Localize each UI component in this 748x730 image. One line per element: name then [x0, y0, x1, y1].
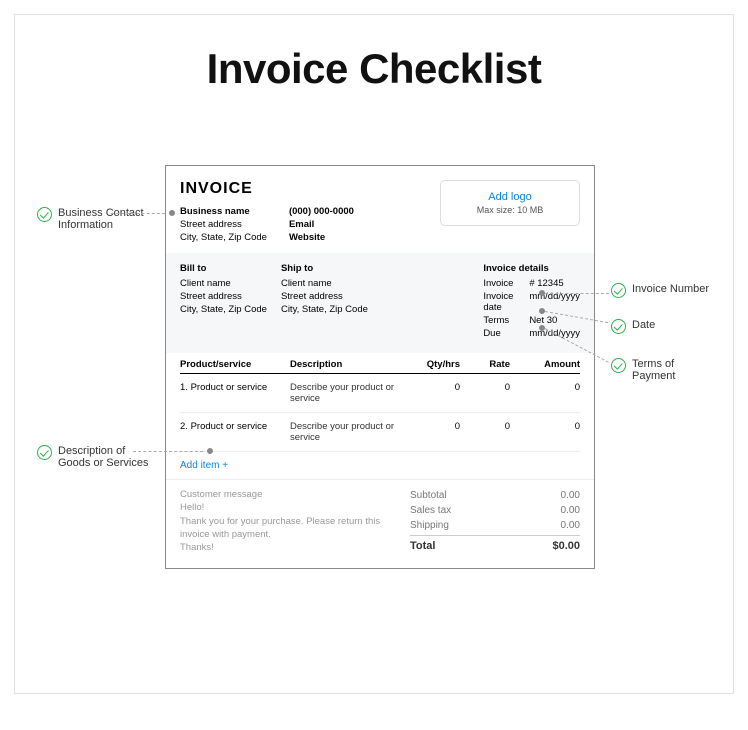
row-rate: 0	[460, 421, 510, 432]
business-website: Website	[289, 232, 354, 243]
row-num: 1.	[180, 382, 188, 393]
tax-k: Sales tax	[410, 505, 451, 516]
leader-line	[111, 213, 165, 214]
row-qty: 0	[410, 421, 460, 432]
total-k: Total	[410, 540, 435, 552]
row-desc: Describe your product or service	[290, 382, 410, 404]
shipto-street: Street address	[281, 291, 368, 302]
callout-number-label: Invoice Number	[632, 283, 709, 295]
msg-l3: Thanks!	[180, 541, 390, 554]
page-frame: Invoice Checklist INVOICE Business name …	[14, 14, 734, 694]
inv-terms-k: Terms	[483, 315, 523, 326]
shipto-citystate: City, State, Zip Code	[281, 304, 368, 315]
row-amt: 0	[510, 421, 580, 432]
business-email: Email	[289, 219, 354, 230]
business-name: Business name	[180, 206, 267, 217]
row-rate: 0	[460, 382, 510, 393]
inv-date-v: mm/dd/yyyy	[529, 291, 580, 313]
msg-l2: Thank you for your purchase. Please retu…	[180, 515, 390, 542]
add-logo-link[interactable]: Add logo	[488, 191, 531, 203]
row-name: Product or service	[191, 421, 268, 432]
inv-number-k: Invoice	[483, 278, 523, 289]
msg-hdr: Customer message	[180, 488, 390, 501]
check-icon	[37, 445, 52, 460]
add-item-link[interactable]: Add item +	[166, 452, 594, 480]
callout-goods-label: Description of Goods or Services	[58, 445, 152, 469]
leader-line	[133, 451, 203, 452]
shipto-name: Client name	[281, 278, 368, 289]
inv-due-k: Due	[483, 328, 523, 339]
col-amount: Amount	[510, 359, 580, 370]
callout-terms: Terms of Payment	[611, 358, 701, 382]
add-logo-hint: Max size: 10 MB	[477, 205, 544, 215]
callout-contact: Business Contact Information	[37, 207, 152, 231]
row-num: 2.	[180, 421, 188, 432]
business-street: Street address	[180, 219, 267, 230]
leader-dot	[207, 448, 213, 454]
billto-citystate: City, State, Zip Code	[180, 304, 267, 315]
check-icon	[611, 319, 626, 334]
subtotal-k: Subtotal	[410, 490, 447, 501]
callout-number: Invoice Number	[611, 283, 709, 298]
callout-date-label: Date	[632, 319, 655, 331]
page-title: Invoice Checklist	[35, 45, 713, 93]
subtotal-v: 0.00	[561, 490, 580, 501]
row-desc: Describe your product or service	[290, 421, 410, 443]
col-qty: Qty/hrs	[410, 359, 460, 370]
inv-number-v: # 12345	[529, 278, 563, 289]
shipto-hdr: Ship to	[281, 263, 368, 274]
callout-contact-label: Business Contact Information	[58, 207, 152, 231]
total-v: $0.00	[552, 540, 580, 552]
tax-v: 0.00	[561, 505, 580, 516]
billto-street: Street address	[180, 291, 267, 302]
table-row: 1. Product or service Describe your prod…	[180, 374, 580, 413]
row-qty: 0	[410, 382, 460, 393]
col-rate: Rate	[460, 359, 510, 370]
add-logo-box[interactable]: Add logo Max size: 10 MB	[440, 180, 580, 226]
msg-l1: Hello!	[180, 501, 390, 514]
details-band: Bill to Client name Street address City,…	[166, 253, 594, 353]
col-desc: Description	[290, 359, 410, 370]
row-name: Product or service	[191, 382, 268, 393]
invoice-heading: INVOICE	[180, 180, 354, 198]
check-icon	[37, 207, 52, 222]
callout-goods: Description of Goods or Services	[37, 445, 152, 469]
callout-terms-label: Terms of Payment	[632, 358, 701, 382]
col-product: Product/service	[180, 359, 290, 370]
business-phone: (000) 000-0000	[289, 206, 354, 217]
check-icon	[611, 358, 626, 373]
leader-dot	[169, 210, 175, 216]
billto-hdr: Bill to	[180, 263, 267, 274]
invoice-card: INVOICE Business name Street address Cit…	[165, 165, 595, 569]
check-icon	[611, 283, 626, 298]
ship-k: Shipping	[410, 520, 449, 531]
callout-date: Date	[611, 319, 655, 334]
ship-v: 0.00	[561, 520, 580, 531]
billto-name: Client name	[180, 278, 267, 289]
row-amt: 0	[510, 382, 580, 393]
details-hdr: Invoice details	[483, 263, 580, 274]
leader-line	[545, 293, 609, 294]
inv-date-k: Invoice date	[483, 291, 523, 313]
business-citystate: City, State, Zip Code	[180, 232, 267, 243]
table-row: 2. Product or service Describe your prod…	[180, 413, 580, 452]
